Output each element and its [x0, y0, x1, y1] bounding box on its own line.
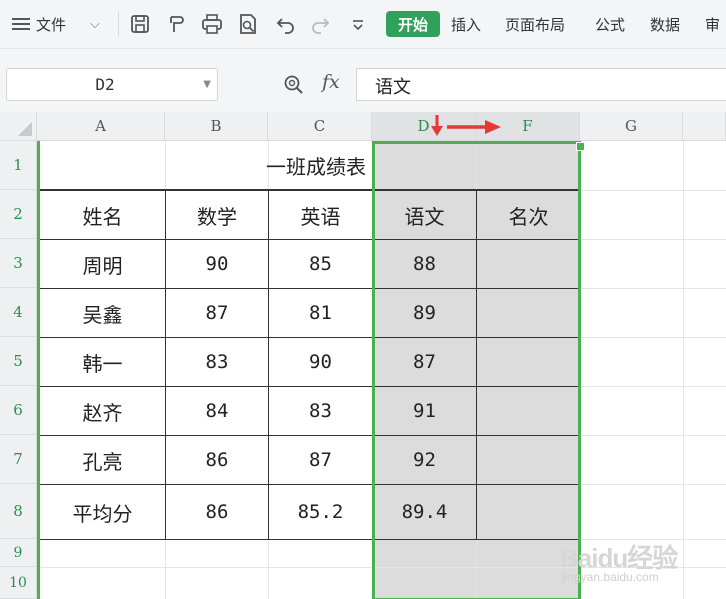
tab-review[interactable]: 审 — [705, 0, 720, 48]
customize-toolbar-icon[interactable] — [346, 12, 370, 36]
undo-icon[interactable] — [274, 12, 298, 36]
table-cell[interactable]: 吴鑫 — [40, 289, 166, 338]
tab-insert[interactable]: 插入 — [451, 0, 481, 48]
table-cell[interactable]: 85 — [269, 240, 373, 289]
dropdown-arrow-icon[interactable]: ▼ — [203, 79, 211, 90]
watermark-sub-text: jingyan.baidu.com — [562, 570, 659, 584]
formula-input-value: 语文 — [375, 77, 411, 98]
print-preview-icon[interactable] — [236, 12, 260, 36]
row-header-1[interactable]: 1 — [0, 141, 37, 190]
save-icon[interactable] — [128, 12, 152, 36]
redo-icon[interactable] — [308, 12, 332, 36]
table-cell[interactable]: 81 — [269, 289, 373, 338]
column-a-highlight — [37, 141, 40, 599]
baidu-watermark-logo: Baidu经验 jingyan.baidu.com — [556, 532, 726, 592]
table-cell[interactable]: 83 — [166, 338, 269, 387]
row-header-8[interactable]: 8 — [0, 484, 37, 539]
row-header-10[interactable]: 10 — [0, 567, 37, 599]
row-header-2[interactable]: 2 — [0, 190, 37, 239]
table-cell[interactable]: 韩一 — [40, 338, 166, 387]
table-cell[interactable]: 赵齐 — [40, 387, 166, 436]
zoom-icon[interactable] — [282, 73, 306, 97]
row-header-6[interactable]: 6 — [0, 386, 37, 435]
header-cell-name[interactable]: 姓名 — [40, 191, 166, 240]
gridline — [683, 141, 684, 599]
table-cell[interactable]: 孔亮 — [40, 436, 166, 485]
print-icon[interactable] — [200, 12, 224, 36]
file-menu[interactable]: 文件 — [36, 0, 66, 48]
drag-arrow-annotation — [425, 114, 505, 140]
hamburger-menu-icon[interactable] — [12, 0, 30, 48]
tab-formulas[interactable]: 公式 — [595, 0, 625, 48]
fill-handle[interactable] — [576, 142, 585, 151]
row-header-5[interactable]: 5 — [0, 337, 37, 386]
formula-bar: D2 ▼ fx 语文 — [0, 49, 726, 112]
table-cell[interactable]: 90 — [269, 338, 373, 387]
table-cell[interactable]: 86 — [166, 436, 269, 485]
table-cell[interactable]: 周明 — [40, 240, 166, 289]
name-box-value: D2 — [95, 75, 115, 94]
row-header-3[interactable]: 3 — [0, 239, 37, 288]
header-cell-math[interactable]: 数学 — [166, 191, 269, 240]
tab-start[interactable]: 开始 — [386, 11, 440, 37]
toolbar-divider — [118, 12, 119, 36]
table-cell[interactable]: 86 — [166, 485, 269, 540]
formula-input[interactable]: 语文 — [356, 68, 726, 101]
function-icon[interactable]: fx — [322, 71, 340, 93]
table-cell[interactable]: 平均分 — [40, 485, 166, 540]
tab-page-layout[interactable]: 页面布局 — [505, 0, 565, 48]
format-painter-icon[interactable] — [164, 12, 188, 36]
table-cell[interactable]: 87 — [166, 289, 269, 338]
spreadsheet-grid[interactable]: A B C D F G 1 2 3 4 5 6 7 8 9 10 一班成绩表 姓… — [0, 112, 726, 599]
table-cell[interactable]: 90 — [166, 240, 269, 289]
sheet-title[interactable]: 一班成绩表 — [37, 141, 372, 190]
row-header-4[interactable]: 4 — [0, 288, 37, 337]
select-all-corner[interactable] — [0, 112, 37, 141]
column-header-g[interactable]: G — [580, 112, 683, 141]
column-header-h[interactable] — [683, 112, 726, 141]
column-header-c[interactable]: C — [268, 112, 372, 141]
table-cell[interactable]: 87 — [269, 436, 373, 485]
table-cell[interactable]: 84 — [166, 387, 269, 436]
name-box[interactable]: D2 ▼ — [6, 68, 218, 101]
column-header-b[interactable]: B — [165, 112, 268, 141]
row-header-9[interactable]: 9 — [0, 539, 37, 567]
selection-border — [372, 141, 581, 599]
header-cell-english[interactable]: 英语 — [269, 191, 373, 240]
quick-access-toolbar: 文件 ⌵ 开始 插入 页面布局 公式 数据 审 — [0, 0, 726, 49]
tab-data[interactable]: 数据 — [650, 0, 680, 48]
table-cell[interactable]: 85.2 — [269, 485, 373, 540]
row-header-7[interactable]: 7 — [0, 435, 37, 484]
table-cell[interactable]: 83 — [269, 387, 373, 436]
chevron-down-icon[interactable]: ⌵ — [90, 0, 100, 48]
column-header-a[interactable]: A — [37, 112, 165, 141]
